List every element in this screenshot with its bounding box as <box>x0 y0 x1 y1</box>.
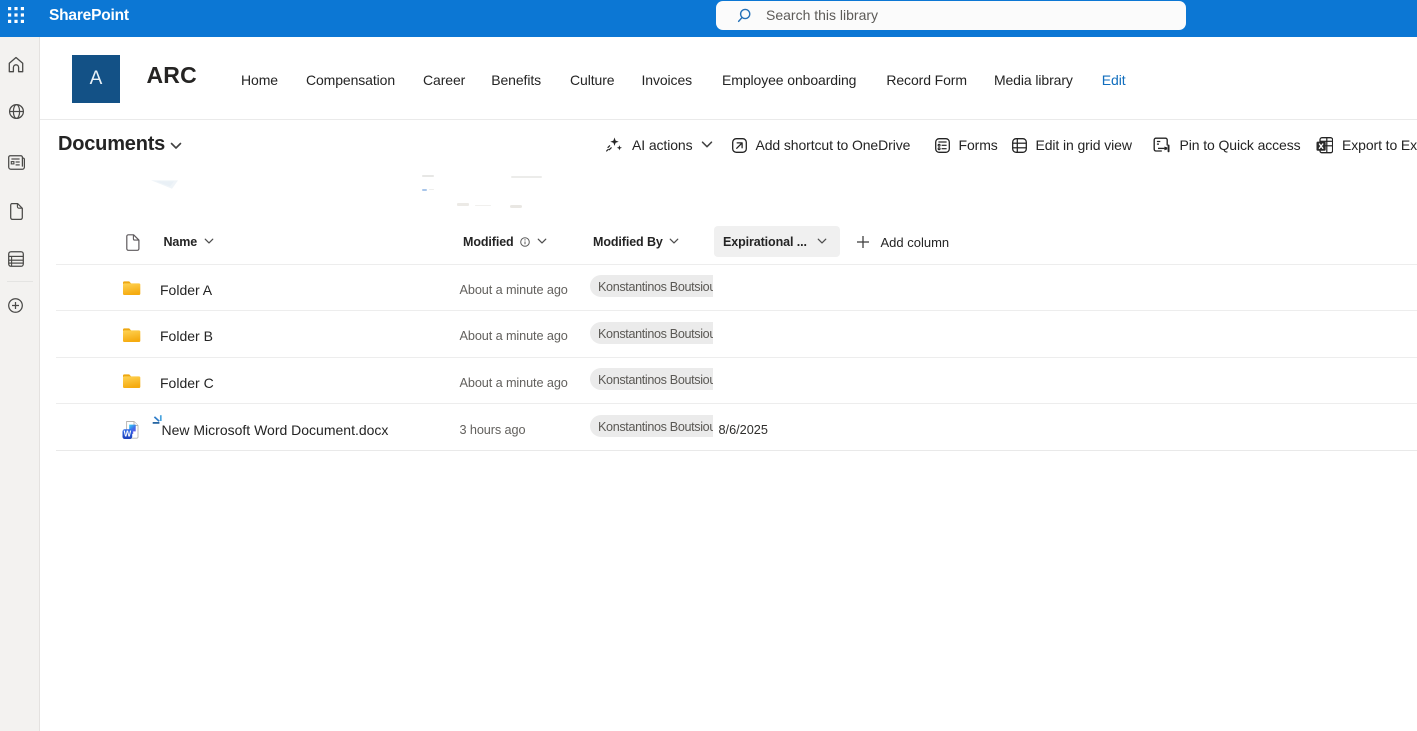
svg-text:W: W <box>124 429 132 438</box>
